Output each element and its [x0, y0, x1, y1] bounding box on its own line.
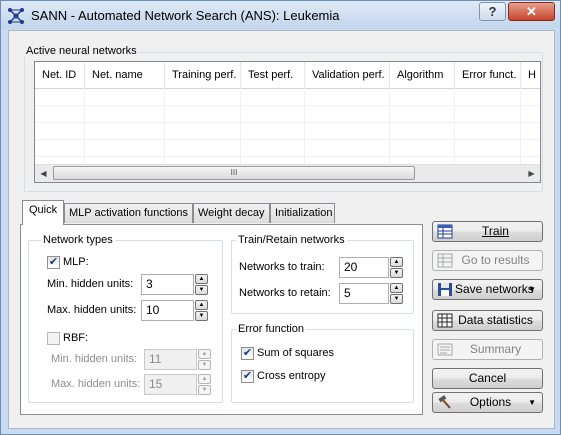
window-title: SANN - Automated Network Search (ANS): L…	[31, 8, 340, 23]
mlp-min-hidden-spinner[interactable]: ▲ ▼	[195, 274, 208, 295]
rbf-label: RBF:	[63, 332, 89, 344]
spin-up-icon[interactable]: ▲	[390, 257, 403, 267]
error-function-group	[231, 329, 414, 403]
scroll-right-icon[interactable]: ▶	[523, 165, 540, 182]
grid-line	[35, 122, 540, 123]
tab-mlp-activation-functions[interactable]: MLP activation functions	[64, 203, 193, 223]
rbf-max-hidden-label: Max. hidden units:	[51, 378, 141, 390]
mlp-min-hidden-input[interactable]: 3	[141, 274, 194, 295]
horizontal-scrollbar[interactable]: ◀ III ▶	[35, 164, 540, 182]
quick-tab-panel: Network types ✔ MLP: Min. hidden units: …	[20, 224, 423, 415]
networks-to-train-input[interactable]: 20	[339, 257, 389, 278]
options-label: Options	[469, 395, 512, 409]
networks-to-train-spinner[interactable]: ▲ ▼	[390, 257, 403, 278]
title-bar[interactable]: SANN - Automated Network Search (ANS): L…	[1, 1, 560, 29]
spin-down-icon[interactable]: ▼	[195, 285, 208, 295]
rbf-max-hidden-spinner: ▲ ▼	[198, 374, 211, 395]
sum-of-squares-checkbox[interactable]: ✔	[241, 347, 254, 360]
mlp-max-hidden-input[interactable]: 10	[141, 300, 194, 321]
options-hammer-icon	[438, 395, 451, 409]
data-statistics-label: Data statistics	[458, 313, 533, 327]
grid-line	[35, 156, 540, 157]
column-header-net-id[interactable]: Net. ID	[35, 62, 85, 88]
rbf-max-hidden-input: 15	[144, 374, 197, 395]
scroll-left-icon[interactable]: ◀	[35, 165, 52, 182]
mlp-min-hidden-label: Min. hidden units:	[47, 278, 134, 290]
save-networks-button[interactable]: Save networks ▼	[432, 279, 543, 300]
network-types-group-label: Network types	[41, 234, 115, 246]
spin-down-icon[interactable]: ▼	[390, 268, 403, 278]
error-function-group-label: Error function	[236, 323, 307, 335]
mlp-max-hidden-spinner[interactable]: ▲ ▼	[195, 300, 208, 321]
networks-to-retain-input[interactable]: 5	[339, 283, 389, 304]
close-button[interactable]: ✕	[508, 2, 555, 21]
spin-up-icon: ▲	[198, 349, 211, 359]
column-header-algorithm[interactable]: Algorithm	[390, 62, 455, 88]
networks-to-train-label: Networks to train:	[239, 261, 325, 273]
sann-app-icon	[8, 8, 24, 24]
spin-up-icon: ▲	[198, 374, 211, 384]
mlp-label: MLP:	[63, 256, 89, 268]
save-networks-label: Save networks	[455, 282, 534, 296]
results-grid-icon	[437, 253, 453, 268]
dropdown-arrow-icon: ▼	[528, 398, 536, 407]
spin-down-icon[interactable]: ▼	[195, 311, 208, 321]
help-button[interactable]: ?	[479, 2, 506, 21]
spin-up-icon[interactable]: ▲	[390, 283, 403, 293]
networks-list-header: Net. ID Net. name Training perf. Test pe…	[35, 62, 540, 89]
options-button[interactable]: Options ▼	[432, 392, 543, 413]
cancel-label: Cancel	[468, 371, 507, 385]
summary-label: Summary	[469, 342, 522, 356]
data-statistics-button[interactable]: Data statistics	[432, 310, 543, 331]
statistics-table-icon	[437, 313, 453, 328]
tab-quick[interactable]: Quick	[22, 200, 64, 225]
sum-of-squares-label: Sum of squares	[257, 347, 335, 359]
spin-down-icon: ▼	[198, 360, 211, 370]
go-to-results-label: Go to results	[461, 253, 530, 267]
scrollbar-thumb[interactable]: III	[53, 166, 415, 180]
train-retain-group-label: Train/Retain networks	[236, 234, 347, 246]
summary-sheet-icon	[437, 343, 453, 356]
train-button-label: Train	[482, 224, 509, 238]
grid-line	[35, 139, 540, 140]
rbf-min-hidden-input: 11	[144, 349, 197, 370]
dropdown-arrow-icon: ▼	[528, 285, 536, 294]
grid-line	[35, 105, 540, 106]
cancel-button[interactable]: Cancel	[432, 368, 543, 389]
rbf-min-hidden-spinner: ▲ ▼	[198, 349, 211, 370]
active-networks-group-label: Active neural networks	[24, 45, 139, 57]
spin-down-icon: ▼	[198, 385, 211, 395]
networks-to-retain-label: Networks to retain:	[239, 287, 331, 299]
train-button[interactable]: Train	[432, 221, 543, 242]
tab-weight-decay[interactable]: Weight decay	[193, 203, 270, 223]
go-to-results-button: Go to results	[432, 250, 543, 271]
cross-entropy-label: Cross entropy	[257, 370, 326, 382]
tab-initialization[interactable]: Initialization	[270, 203, 335, 223]
rbf-checkbox[interactable]	[47, 332, 60, 345]
floppy-disk-icon	[438, 283, 452, 296]
column-header-error-funct[interactable]: Error funct.	[455, 62, 521, 88]
train-grid-icon	[437, 224, 453, 239]
mlp-checkbox[interactable]: ✔	[47, 256, 60, 269]
networks-to-retain-spinner[interactable]: ▲ ▼	[390, 283, 403, 304]
cross-entropy-checkbox[interactable]: ✔	[241, 370, 254, 383]
rbf-min-hidden-label: Min. hidden units:	[51, 353, 138, 365]
column-header-net-name[interactable]: Net. name	[85, 62, 165, 88]
networks-list[interactable]: Net. ID Net. name Training perf. Test pe…	[34, 61, 541, 183]
column-header-test-perf[interactable]: Test perf.	[241, 62, 305, 88]
column-header-h[interactable]: H	[521, 62, 540, 88]
summary-button: Summary	[432, 339, 543, 360]
spin-up-icon[interactable]: ▲	[195, 274, 208, 284]
spin-down-icon[interactable]: ▼	[390, 294, 403, 304]
column-header-training-perf[interactable]: Training perf.	[165, 62, 241, 88]
spin-up-icon[interactable]: ▲	[195, 300, 208, 310]
column-header-validation-perf[interactable]: Validation perf.	[305, 62, 390, 88]
mlp-max-hidden-label: Max. hidden units:	[47, 304, 137, 316]
